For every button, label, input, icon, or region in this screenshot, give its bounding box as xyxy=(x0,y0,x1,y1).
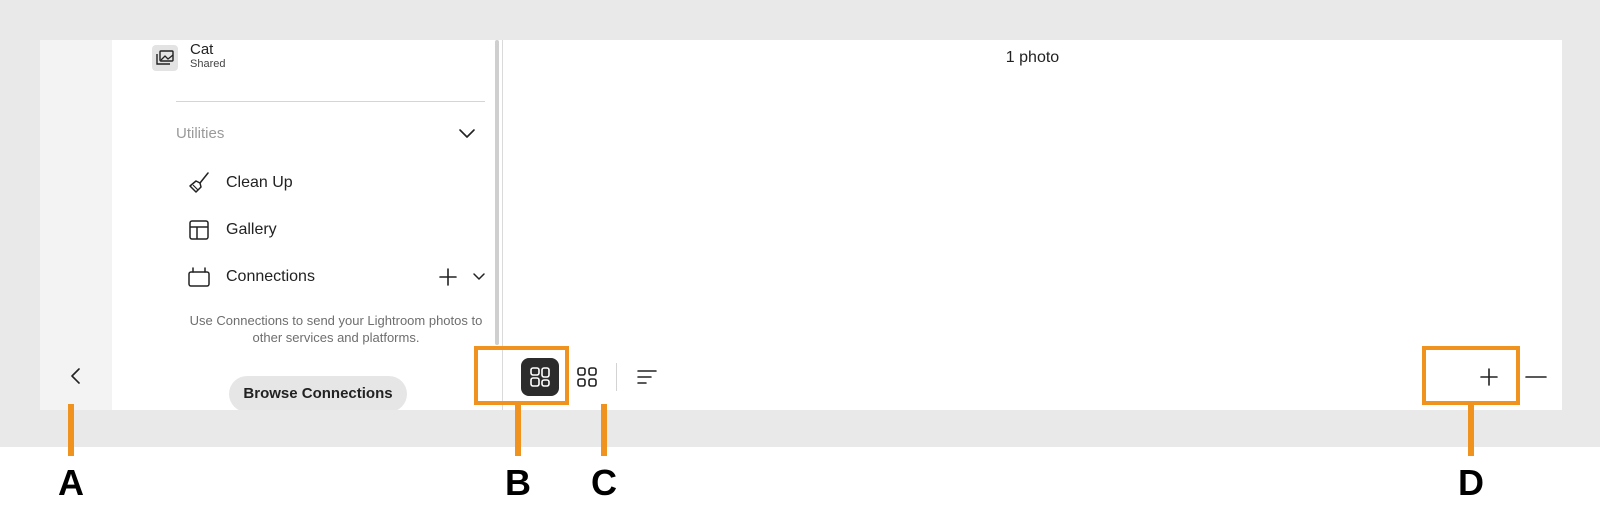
browse-connections-button[interactable]: Browse Connections xyxy=(229,376,407,410)
sort-button[interactable] xyxy=(628,358,666,396)
expand-connections-button[interactable] xyxy=(472,272,486,282)
callout-box-b xyxy=(474,346,569,405)
photo-album-icon xyxy=(152,45,178,71)
callout-line-d xyxy=(1468,404,1474,456)
lightroom-window: Cat Shared Utilities Clean Up Gallery Co… xyxy=(40,40,1562,410)
sidebar-item-clean-up[interactable]: Clean Up xyxy=(186,167,486,199)
left-rail xyxy=(40,40,112,410)
sidebar: Cat Shared Utilities Clean Up Gallery Co… xyxy=(112,40,502,410)
photo-grid-view-button[interactable] xyxy=(568,358,606,396)
album-shared-status: Shared xyxy=(190,58,226,70)
utilities-title: Utilities xyxy=(176,124,225,142)
plus-icon xyxy=(439,268,457,286)
sidebar-item-gallery[interactable]: Gallery xyxy=(186,214,486,246)
connections-label: Connections xyxy=(226,268,315,285)
sort-icon xyxy=(637,370,657,384)
callout-line-c xyxy=(601,404,607,456)
zoom-out-icon xyxy=(1525,376,1547,378)
clean-up-label: Clean Up xyxy=(226,174,293,191)
toolbar-separator xyxy=(616,363,617,391)
utilities-section-header[interactable]: Utilities xyxy=(176,120,476,146)
broom-icon xyxy=(186,170,212,196)
callout-label-d: D xyxy=(1458,462,1484,503)
sidebar-divider xyxy=(176,101,485,102)
callout-label-c: C xyxy=(591,462,617,503)
sidebar-item-connections[interactable]: Connections xyxy=(186,261,486,293)
callout-line-b xyxy=(515,404,521,456)
gallery-layout-icon xyxy=(186,217,212,243)
chevron-down-icon xyxy=(459,129,475,138)
album-item-cat[interactable]: Cat Shared xyxy=(152,40,225,80)
callout-label-a: A xyxy=(58,462,84,503)
photo-grid-area: 1 photo xyxy=(503,40,1562,410)
connections-icon xyxy=(186,264,212,290)
callout-line-a xyxy=(68,404,74,456)
chevron-down-icon xyxy=(473,273,485,280)
collapse-panel-button[interactable] xyxy=(62,362,90,390)
chevron-left-icon xyxy=(71,368,80,384)
add-connection-button[interactable] xyxy=(438,267,458,287)
callout-label-b: B xyxy=(505,462,531,503)
zoom-out-button[interactable] xyxy=(1515,358,1557,396)
album-name: Cat xyxy=(190,41,214,58)
sidebar-scrollbar[interactable] xyxy=(495,40,499,345)
connections-description: Use Connections to send your Lightroom p… xyxy=(189,313,483,345)
photo-grid-view-icon xyxy=(577,367,597,387)
callout-box-d xyxy=(1422,346,1520,405)
gallery-label: Gallery xyxy=(226,221,277,238)
photo-count: 1 photo xyxy=(1005,49,1060,66)
